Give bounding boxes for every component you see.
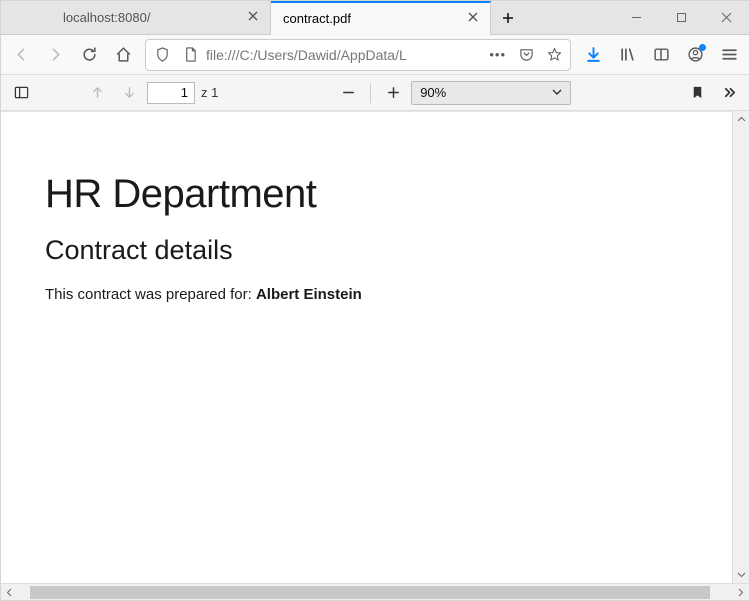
chevron-down-icon	[552, 85, 562, 100]
url-bar[interactable]: file:///C:/Users/Dawid/AppData/L •••	[145, 39, 571, 71]
reload-button[interactable]	[73, 39, 105, 71]
tabstrip-spacer	[1, 1, 51, 34]
scroll-up-icon[interactable]	[733, 111, 749, 128]
sidebar-button[interactable]	[645, 39, 677, 71]
tabstrip-flex	[525, 1, 614, 34]
minimize-button[interactable]	[614, 1, 659, 35]
page-current: 1	[181, 85, 188, 100]
pdf-toolbar: 1 z 1 90%	[1, 75, 749, 111]
downloads-button[interactable]	[577, 39, 609, 71]
zoom-in-button[interactable]	[379, 79, 407, 107]
window-controls	[614, 1, 749, 34]
doc-heading-1: HR Department	[45, 172, 692, 217]
scroll-track[interactable]	[733, 128, 749, 566]
content-area: HR Department Contract details This cont…	[1, 111, 749, 583]
doc-paragraph: This contract was prepared for: Albert E…	[45, 286, 692, 303]
tab-strip: localhost:8080/ contract.pdf	[1, 1, 749, 35]
browser-toolbar: file:///C:/Users/Dawid/AppData/L •••	[1, 35, 749, 75]
scroll-thumb[interactable]	[30, 586, 710, 599]
pdf-document: HR Department Contract details This cont…	[1, 112, 732, 355]
tab-localhost[interactable]: localhost:8080/	[51, 1, 271, 34]
separator	[370, 83, 371, 103]
zoom-value: 90%	[420, 85, 446, 100]
toggle-sidebar-button[interactable]	[7, 79, 35, 107]
page-actions-icon[interactable]: •••	[485, 47, 510, 62]
scroll-left-icon[interactable]	[1, 584, 18, 601]
tab-contract-pdf[interactable]: contract.pdf	[271, 1, 491, 34]
page-up-button[interactable]	[83, 79, 111, 107]
pocket-icon[interactable]	[514, 47, 538, 62]
page-of-label: z 1	[199, 85, 222, 100]
doc-heading-2: Contract details	[45, 235, 692, 266]
close-icon[interactable]	[464, 11, 482, 26]
vertical-scrollbar[interactable]	[732, 111, 749, 583]
app-menu-button[interactable]	[713, 39, 745, 71]
page-number-input[interactable]: 1	[147, 82, 195, 104]
new-tab-button[interactable]	[491, 1, 525, 34]
home-button[interactable]	[107, 39, 139, 71]
tab-label: localhost:8080/	[63, 10, 244, 25]
bookmark-star-icon[interactable]	[542, 47, 566, 62]
url-text: file:///C:/Users/Dawid/AppData/L	[206, 47, 481, 63]
document-viewport[interactable]: HR Department Contract details This cont…	[1, 111, 732, 583]
bookmark-ribbon-button[interactable]	[683, 79, 711, 107]
zoom-out-button[interactable]	[334, 79, 362, 107]
page-down-button[interactable]	[115, 79, 143, 107]
forward-button[interactable]	[39, 39, 71, 71]
scroll-track[interactable]	[18, 584, 732, 600]
tools-menu-button[interactable]	[715, 79, 743, 107]
horizontal-scrollbar[interactable]	[1, 583, 749, 600]
account-button[interactable]	[679, 39, 711, 71]
document-icon[interactable]	[178, 47, 202, 62]
maximize-button[interactable]	[659, 1, 704, 35]
back-button[interactable]	[5, 39, 37, 71]
intro-prefix: This contract was prepared for:	[45, 286, 256, 303]
scroll-right-icon[interactable]	[732, 584, 749, 601]
close-icon[interactable]	[244, 10, 262, 25]
intro-name: Albert Einstein	[256, 286, 362, 303]
library-button[interactable]	[611, 39, 643, 71]
close-window-button[interactable]	[704, 1, 749, 35]
scroll-down-icon[interactable]	[733, 566, 749, 583]
notification-dot-icon	[699, 44, 706, 51]
tab-label: contract.pdf	[283, 11, 464, 26]
shield-icon[interactable]	[150, 47, 174, 62]
zoom-select[interactable]: 90%	[411, 81, 571, 105]
